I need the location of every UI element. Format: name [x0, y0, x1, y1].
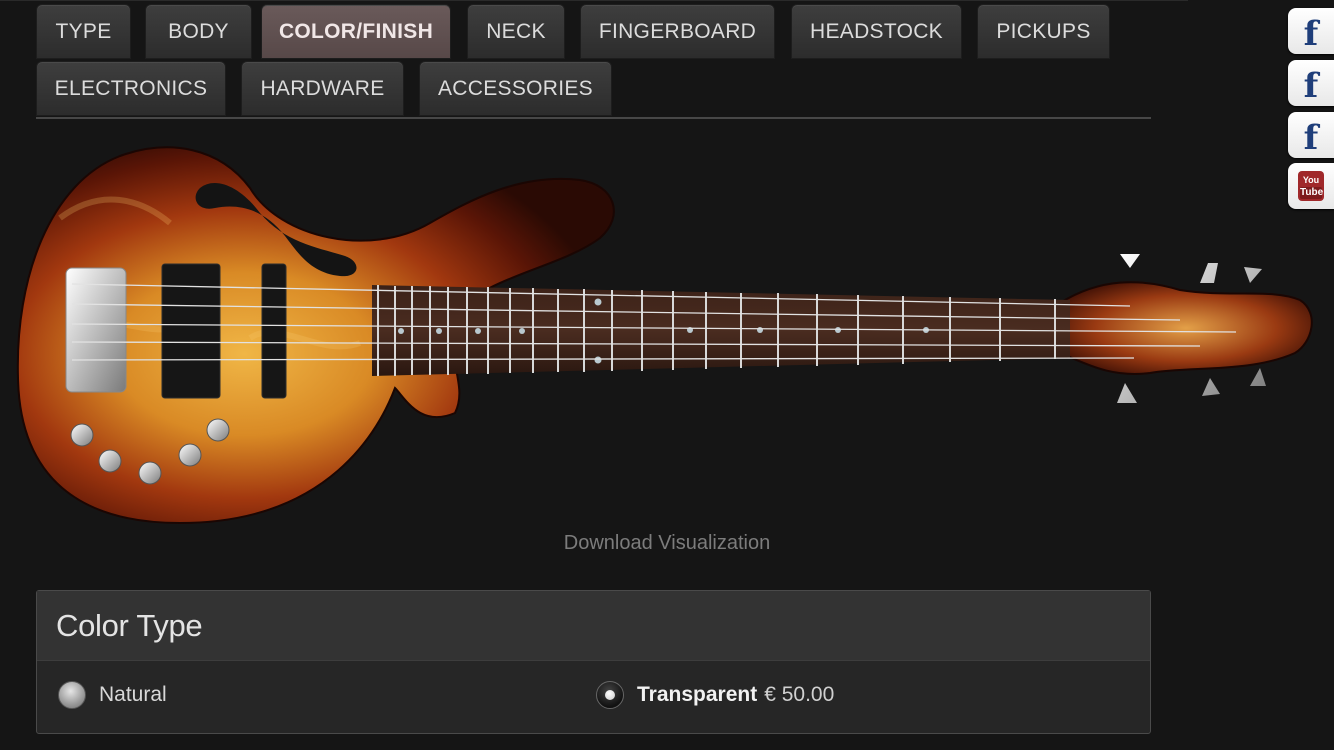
natural-label: Natural: [99, 683, 167, 706]
transparent-radio[interactable]: [596, 681, 624, 709]
bridge: [65, 267, 127, 393]
transparent-price: € 50.00: [764, 683, 835, 706]
facebook-icon: f: [1303, 14, 1319, 54]
facebook-button[interactable]: f: [1288, 60, 1334, 106]
option-natural[interactable]: Natural: [58, 681, 167, 709]
download-visualization-link[interactable]: Download Visualization: [0, 532, 1334, 555]
top-divider: [0, 0, 1188, 1]
tab-accessories[interactable]: ACCESSORIES: [419, 61, 612, 116]
color-type-header: Color Type: [37, 591, 1150, 661]
tab-pickups[interactable]: PICKUPS: [977, 4, 1110, 59]
facebook-icon: f: [1303, 66, 1319, 106]
config-tabs: TYPE BODY COLOR/FINISH NECK FINGERBOARD …: [36, 4, 1151, 118]
tab-fingerboard[interactable]: FINGERBOARD: [580, 4, 775, 59]
tab-hardware[interactable]: HARDWARE: [241, 61, 404, 116]
neck-pickup: [161, 263, 221, 399]
bridge-pickup: [261, 263, 287, 399]
bass-guitar-visualization: [16, 146, 1313, 525]
color-type-panel: Color Type Natural Transparent € 50.00: [36, 590, 1151, 734]
natural-radio[interactable]: [58, 681, 86, 709]
tabs-underline: [36, 117, 1151, 119]
headstock: [1059, 281, 1313, 375]
option-transparent[interactable]: Transparent € 50.00: [596, 681, 834, 709]
transparent-label: Transparent: [637, 683, 758, 706]
tab-color-finish[interactable]: COLOR/FINISH: [261, 4, 451, 59]
color-type-title: Color Type: [56, 607, 203, 643]
tab-body[interactable]: BODY: [145, 4, 252, 59]
tab-neck[interactable]: NECK: [467, 4, 565, 59]
facebook-button[interactable]: f: [1288, 8, 1334, 54]
tab-type[interactable]: TYPE: [36, 4, 131, 59]
tab-headstock[interactable]: HEADSTOCK: [791, 4, 962, 59]
tab-electronics[interactable]: ELECTRONICS: [36, 61, 226, 116]
